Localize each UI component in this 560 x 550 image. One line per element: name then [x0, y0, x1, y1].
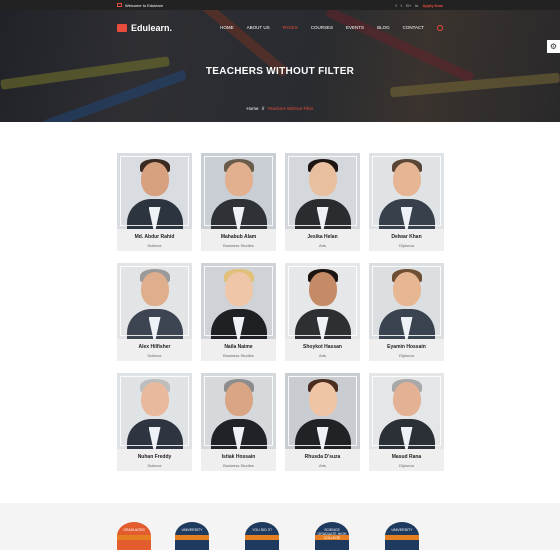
teacher-department: Business Studies [223, 243, 254, 248]
envelope-icon [117, 3, 122, 7]
menu: HOME ABOUT US PAGES COURSES EVENTS BLOG … [220, 24, 443, 31]
teacher-name[interactable]: Masud Rana [369, 454, 444, 460]
teacher-name[interactable]: Eyamin Hossain [369, 344, 444, 350]
teacher-photo[interactable] [285, 263, 360, 339]
search-icon[interactable] [437, 24, 443, 31]
nav-courses[interactable]: COURSES [311, 25, 333, 30]
teacher-card[interactable]: Eyamin Hossain Diploma [369, 263, 444, 361]
teacher-department: Arts [318, 243, 327, 248]
main-nav: Edulearn. HOME ABOUT US PAGES COURSES EV… [117, 10, 443, 45]
teacher-photo[interactable] [285, 153, 360, 229]
nav-pages[interactable]: PAGES [283, 25, 298, 30]
nav-blog[interactable]: BLOG [377, 25, 390, 30]
teacher-card[interactable]: Delwar Khan Diploma [369, 153, 444, 251]
breadcrumb-home[interactable]: Home [247, 106, 259, 111]
nav-contact[interactable]: CONTACT [403, 25, 424, 30]
teacher-card[interactable]: Rhusda D'suza Arts [285, 373, 360, 471]
teacher-photo[interactable] [201, 373, 276, 449]
teacher-photo[interactable] [117, 373, 192, 449]
partner-badge: UNIVERSITY [385, 522, 419, 550]
nav-home[interactable]: HOME [220, 25, 234, 30]
teacher-department: Arts [318, 463, 327, 468]
teacher-department: Science [147, 463, 162, 468]
twitter-icon[interactable]: t [401, 3, 402, 8]
teacher-photo[interactable] [369, 263, 444, 339]
breadcrumb-current: Teachers Without Filter [267, 106, 314, 111]
teacher-department: Diploma [399, 463, 414, 468]
teacher-department: Arts [318, 353, 327, 358]
nav-events[interactable]: EVENTS [346, 25, 364, 30]
site-logo[interactable]: Edulearn. [117, 23, 172, 33]
teacher-photo[interactable] [285, 373, 360, 449]
teacher-card[interactable]: Jesika Helan Arts [285, 153, 360, 251]
teacher-name[interactable]: Md. Abdur Rahid [117, 234, 192, 240]
teacher-card[interactable]: Nuhan Freddy Science [117, 373, 192, 471]
partner-badge: YOU DID IT! [245, 522, 279, 550]
teacher-department: Diploma [399, 243, 414, 248]
partner-badge: SCIENCE GRADUATE HIGH COLLEGE [315, 522, 349, 550]
teacher-name[interactable]: Mahabub Alam [201, 234, 276, 240]
badge-label: YOU DID IT! [252, 528, 272, 532]
teacher-department: Business Studies [223, 353, 254, 358]
teacher-card[interactable]: Mahabub Alam Business Studies [201, 153, 276, 251]
graduation-cap-icon [117, 23, 127, 32]
teacher-department: Business Studies [223, 463, 254, 468]
teacher-card[interactable]: Istiak Hossain Business Studies [201, 373, 276, 471]
badge-label: UNIVERSITY [391, 528, 413, 532]
teacher-photo[interactable] [117, 153, 192, 229]
breadcrumb-separator: // [261, 106, 265, 111]
logo-text: Edulearn. [131, 22, 173, 33]
teacher-name[interactable]: Rhusda D'suza [285, 454, 360, 460]
nav-about-us[interactable]: ABOUT US [247, 25, 270, 30]
teacher-photo[interactable] [369, 153, 444, 229]
teacher-department: Diploma [399, 353, 414, 358]
footer-logos-section [0, 503, 560, 550]
welcome-text: Welcome to Edulearn [125, 2, 164, 8]
gear-icon[interactable]: ⚙ [547, 40, 560, 53]
teacher-name[interactable]: Delwar Khan [369, 234, 444, 240]
teacher-name[interactable]: Alex Hilfisher [117, 344, 192, 350]
teacher-name[interactable]: Naila Naime [201, 344, 276, 350]
google-plus-icon[interactable]: G+ [406, 3, 411, 8]
apply-now-link[interactable]: Apply Now [422, 3, 443, 8]
badge-label: UNIVERSITY [181, 528, 203, 532]
linkedin-icon[interactable]: in [415, 3, 418, 8]
badge-label: GRADUATES [123, 528, 145, 532]
facebook-icon[interactable]: f [396, 3, 397, 8]
teacher-photo[interactable] [369, 373, 444, 449]
page-title: TEACHERS WITHOUT FILTER [205, 66, 355, 77]
breadcrumb: Home // Teachers Without Filter [0, 106, 560, 111]
teacher-department: Science [147, 353, 162, 358]
teacher-name[interactable]: Istiak Hossain [201, 454, 276, 460]
teacher-card[interactable]: Md. Abdur Rahid Science [117, 153, 192, 251]
teacher-grid: Md. Abdur Rahid Science Mahabub Alam Busine… [117, 153, 444, 471]
teacher-name[interactable]: Nuhan Freddy [117, 454, 192, 460]
top-bar: Welcome to Edulearn f t G+ in Apply Now [0, 0, 560, 10]
teacher-card[interactable]: Shoykot Hassan Arts [285, 263, 360, 361]
partner-badge: UNIVERSITY [175, 522, 209, 550]
partner-badge: GRADUATES [117, 522, 151, 550]
teacher-card[interactable]: Alex Hilfisher Science [117, 263, 192, 361]
teacher-photo[interactable] [117, 263, 192, 339]
teacher-name[interactable]: Shoykot Hassan [285, 344, 360, 350]
teacher-card[interactable]: Naila Naime Business Studies [201, 263, 276, 361]
teacher-name[interactable]: Jesika Helan [285, 234, 360, 240]
teacher-photo[interactable] [201, 153, 276, 229]
teacher-photo[interactable] [201, 263, 276, 339]
teacher-department: Science [147, 243, 162, 248]
teacher-card[interactable]: Masud Rana Diploma [369, 373, 444, 471]
